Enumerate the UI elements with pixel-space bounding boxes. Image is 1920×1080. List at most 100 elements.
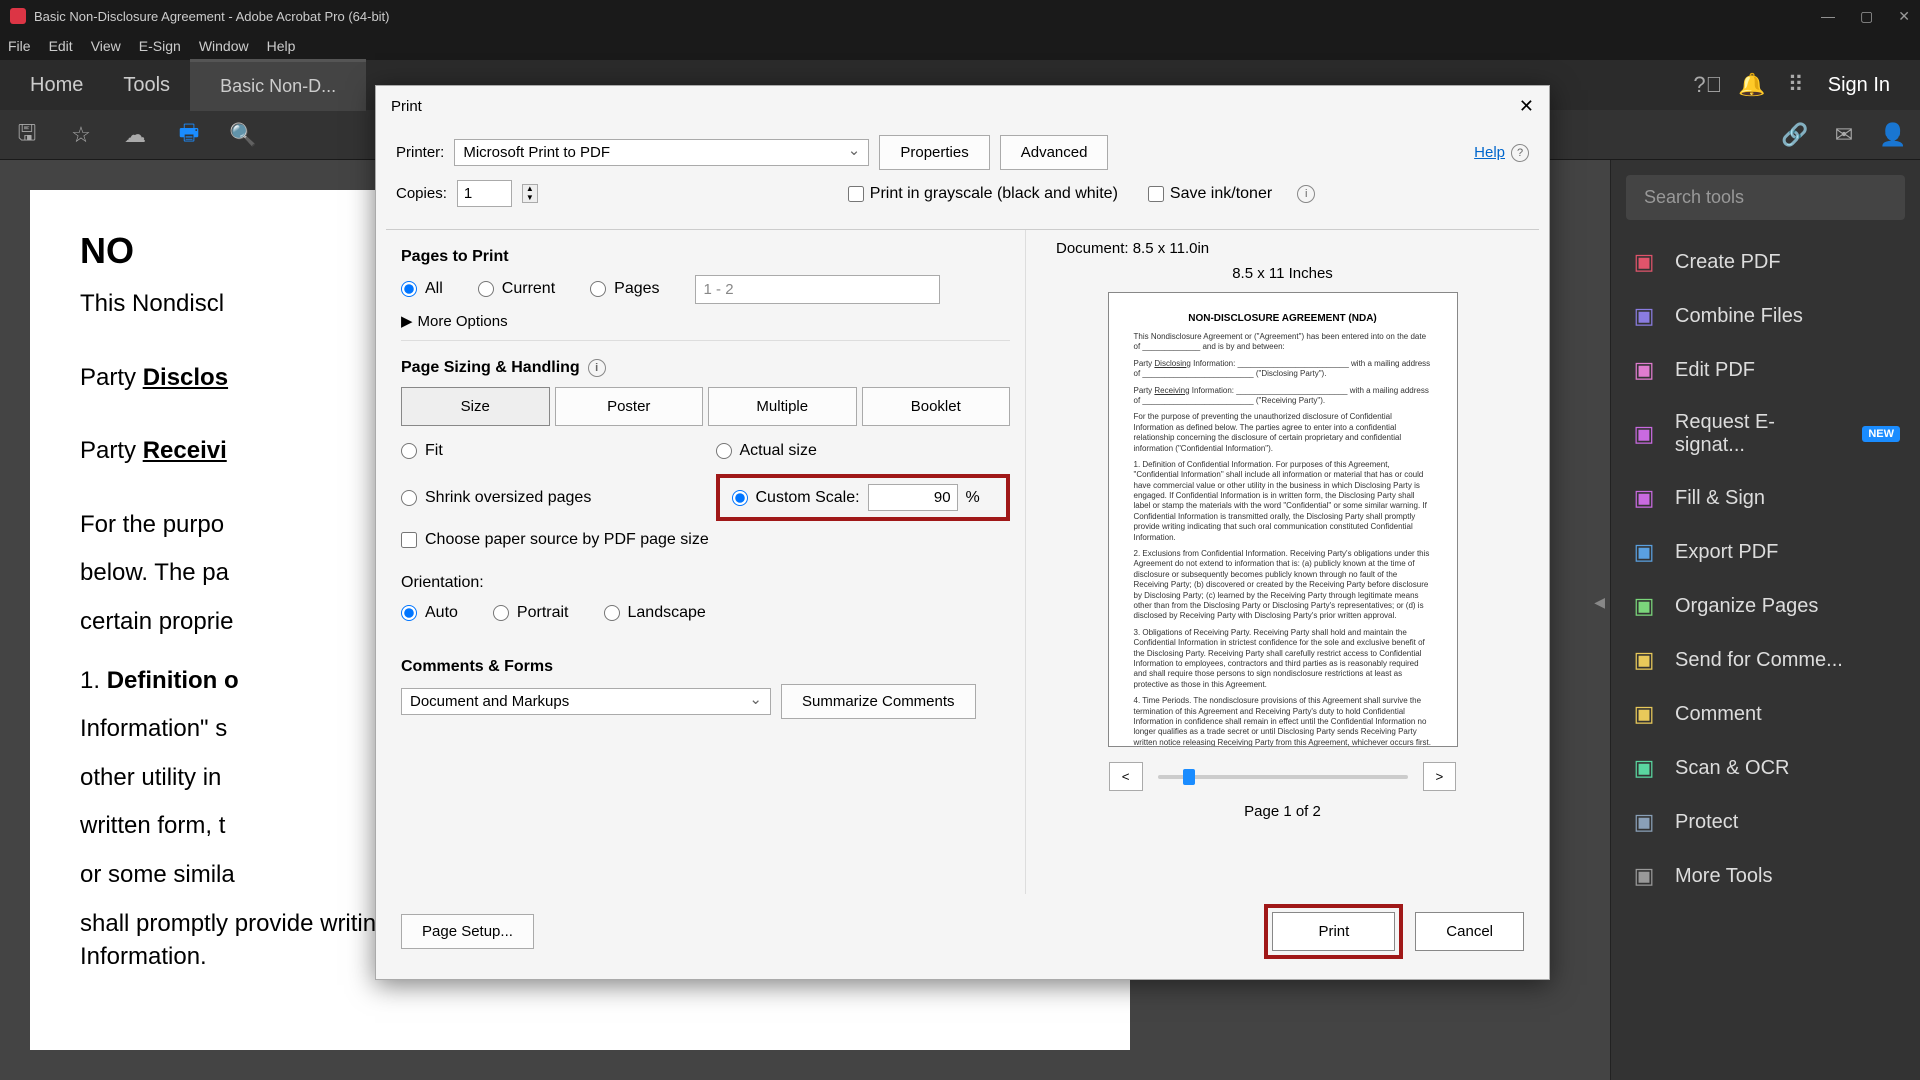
tab-document[interactable]: Basic Non-D...: [190, 59, 366, 111]
sidebar-icon: ▣: [1631, 303, 1657, 329]
sidebar-icon: ▣: [1631, 647, 1657, 673]
choose-paper-checkbox[interactable]: [401, 532, 417, 548]
comments-forms-label: Comments & Forms: [401, 658, 1010, 676]
sidebar-icon: ▣: [1631, 357, 1657, 383]
mail-icon[interactable]: ✉: [1832, 123, 1856, 147]
sidebar-item[interactable]: ▣ Combine Files: [1611, 289, 1920, 343]
page-sizing-label: Page Sizing & Handling: [401, 359, 580, 377]
sidebar-icon: ▣: [1631, 539, 1657, 565]
shrink-radio[interactable]: [401, 490, 417, 506]
search-input[interactable]: Search tools: [1626, 175, 1905, 220]
pages-range-input[interactable]: [695, 275, 940, 304]
info-icon[interactable]: i: [1297, 185, 1315, 203]
dialog-title: Print: [391, 98, 422, 115]
apps-icon[interactable]: ⠿: [1784, 73, 1808, 97]
grayscale-checkbox[interactable]: [848, 186, 864, 202]
preview-prev-button[interactable]: <: [1109, 762, 1143, 791]
print-preview: NON-DISCLOSURE AGREEMENT (NDA) This Nond…: [1108, 292, 1458, 747]
sidebar-item[interactable]: ▣Organize Pages: [1611, 579, 1920, 633]
saveink-checkbox[interactable]: [1148, 186, 1164, 202]
info-icon[interactable]: i: [588, 359, 606, 377]
minimize-icon[interactable]: —: [1821, 8, 1835, 25]
star-icon[interactable]: ☆: [69, 123, 93, 147]
preview-zoom-slider[interactable]: [1158, 775, 1408, 779]
link-share-icon[interactable]: 🔗: [1783, 123, 1807, 147]
more-options-toggle[interactable]: ▶ More Options: [401, 312, 1010, 330]
pages-range-radio[interactable]: [590, 281, 606, 297]
help-icon[interactable]: ?⃝: [1696, 73, 1720, 97]
summarize-button[interactable]: Summarize Comments: [781, 684, 976, 719]
expand-right-icon[interactable]: ◀: [1594, 594, 1605, 611]
preview-page-label: Page 1 of 2: [1244, 803, 1321, 820]
orient-landscape-radio[interactable]: [604, 605, 620, 621]
sidebar-item[interactable]: ▣ Fill & Sign: [1611, 471, 1920, 525]
sidebar-item-label: Export PDF: [1675, 541, 1778, 564]
properties-button[interactable]: Properties: [879, 135, 989, 170]
pages-current-radio[interactable]: [478, 281, 494, 297]
help-link[interactable]: Help: [1474, 144, 1505, 161]
profile-icon[interactable]: 👤: [1881, 123, 1905, 147]
sidebar-item-label: Request E-signat...: [1675, 411, 1844, 457]
sidebar-item[interactable]: ▣More Tools: [1611, 849, 1920, 903]
maximize-icon[interactable]: ▢: [1860, 8, 1873, 25]
booklet-tab[interactable]: Booklet: [862, 387, 1011, 426]
size-tab[interactable]: Size: [401, 387, 550, 426]
sidebar-item-label: Organize Pages: [1675, 595, 1818, 618]
sidebar-item[interactable]: ▣ Comment: [1611, 687, 1920, 741]
cancel-button[interactable]: Cancel: [1415, 912, 1524, 951]
preview-page-size: 8.5 x 11 Inches: [1232, 265, 1333, 282]
sidebar-icon: ▣: [1631, 701, 1657, 727]
print-button[interactable]: Print: [1272, 912, 1395, 951]
titlebar: Basic Non-Disclosure Agreement - Adobe A…: [0, 0, 1920, 32]
signin-button[interactable]: Sign In: [1828, 74, 1890, 97]
menu-help[interactable]: Help: [267, 38, 296, 54]
menu-esign[interactable]: E-Sign: [139, 38, 181, 54]
poster-tab[interactable]: Poster: [555, 387, 704, 426]
menu-file[interactable]: File: [8, 38, 31, 54]
sidebar-item-label: Fill & Sign: [1675, 487, 1765, 510]
print-icon[interactable]: 🖶: [177, 123, 201, 147]
pages-all-radio[interactable]: [401, 281, 417, 297]
tab-home[interactable]: Home: [10, 62, 103, 109]
sidebar-item[interactable]: ▣Request E-signat...NEW: [1611, 397, 1920, 471]
tab-tools[interactable]: Tools: [103, 62, 190, 109]
copies-spinner[interactable]: ▲▼: [522, 184, 538, 204]
grayscale-label: Print in grayscale (black and white): [870, 185, 1118, 203]
copies-input[interactable]: [457, 180, 512, 207]
close-window-icon[interactable]: ✕: [1898, 8, 1910, 25]
multiple-tab[interactable]: Multiple: [708, 387, 857, 426]
orient-auto-radio[interactable]: [401, 605, 417, 621]
sidebar-item[interactable]: ▣Protect: [1611, 795, 1920, 849]
sidebar-item-label: Create PDF: [1675, 251, 1781, 274]
sidebar-item[interactable]: ▣Scan & OCR: [1611, 741, 1920, 795]
sidebar-item-label: Comment: [1675, 703, 1762, 726]
custom-scale-radio[interactable]: [732, 490, 748, 506]
sidebar-item[interactable]: ▣ Export PDF: [1611, 525, 1920, 579]
preview-next-button[interactable]: >: [1423, 762, 1457, 791]
search-icon[interactable]: 🔍: [231, 123, 255, 147]
page-setup-button[interactable]: Page Setup...: [401, 914, 534, 949]
comments-select[interactable]: Document and Markups: [401, 688, 771, 715]
advanced-button[interactable]: Advanced: [1000, 135, 1109, 170]
cloud-upload-icon[interactable]: ☁: [123, 123, 147, 147]
menubar: File Edit View E-Sign Window Help: [0, 32, 1920, 60]
sidebar-item[interactable]: ▣Edit PDF: [1611, 343, 1920, 397]
save-icon[interactable]: 🖫: [15, 123, 39, 147]
sidebar-icon: ▣: [1631, 249, 1657, 275]
sidebar-item-label: Combine Files: [1675, 305, 1803, 328]
sidebar-item[interactable]: ▣ Create PDF: [1611, 235, 1920, 289]
fit-radio[interactable]: [401, 443, 417, 459]
sidebar-icon: ▣: [1631, 421, 1657, 447]
bell-icon[interactable]: 🔔: [1740, 73, 1764, 97]
menu-view[interactable]: View: [91, 38, 121, 54]
help-info-icon[interactable]: ?: [1511, 144, 1529, 162]
actual-size-radio[interactable]: [716, 443, 732, 459]
close-icon[interactable]: ✕: [1519, 96, 1534, 117]
menu-edit[interactable]: Edit: [49, 38, 73, 54]
custom-scale-input[interactable]: [868, 484, 958, 511]
orient-portrait-radio[interactable]: [493, 605, 509, 621]
printer-select[interactable]: Microsoft Print to PDF: [454, 139, 869, 166]
sidebar-icon: ▣: [1631, 485, 1657, 511]
menu-window[interactable]: Window: [199, 38, 249, 54]
sidebar-item[interactable]: ▣Send for Comme...: [1611, 633, 1920, 687]
